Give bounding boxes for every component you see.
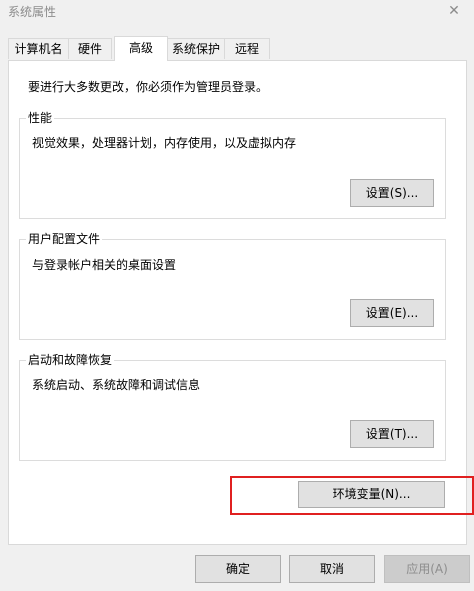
tab-advanced[interactable]: 高级 <box>114 36 168 61</box>
startup-recovery-group-title: 启动和故障恢复 <box>26 352 115 368</box>
apply-button[interactable]: 应用(A) <box>384 555 470 583</box>
startup-recovery-group: 启动和故障恢复 系统启动、系统故障和调试信息 设置(T)... <box>19 352 446 461</box>
tab-system-protection[interactable]: 系统保护 <box>167 38 225 59</box>
window-title: 系统属性 <box>8 5 57 19</box>
tab-computer-name[interactable]: 计算机名 <box>8 38 69 59</box>
startup-recovery-description: 系统启动、系统故障和调试信息 <box>32 378 201 392</box>
user-profiles-description: 与登录帐户相关的桌面设置 <box>32 258 177 272</box>
performance-description: 视觉效果，处理器计划，内存使用，以及虚拟内存 <box>32 136 297 150</box>
tab-hardware[interactable]: 硬件 <box>68 38 112 59</box>
cancel-button[interactable]: 取消 <box>289 555 375 583</box>
user-profiles-group-title: 用户配置文件 <box>26 231 103 247</box>
performance-group-title: 性能 <box>26 110 55 126</box>
ok-button[interactable]: 确定 <box>195 555 281 583</box>
performance-group: 性能 视觉效果，处理器计划，内存使用，以及虚拟内存 设置(S)... <box>19 110 446 219</box>
user-profiles-group: 用户配置文件 与登录帐户相关的桌面设置 设置(E)... <box>19 231 446 340</box>
close-icon[interactable]: ✕ <box>442 1 466 21</box>
performance-settings-button[interactable]: 设置(S)... <box>350 179 434 207</box>
startup-recovery-settings-button[interactable]: 设置(T)... <box>350 420 434 448</box>
admin-notice: 要进行大多数更改，你必须作为管理员登录。 <box>28 80 269 94</box>
user-profiles-settings-button[interactable]: 设置(E)... <box>350 299 434 327</box>
highlight-box <box>230 476 474 515</box>
tab-remote[interactable]: 远程 <box>224 38 270 59</box>
